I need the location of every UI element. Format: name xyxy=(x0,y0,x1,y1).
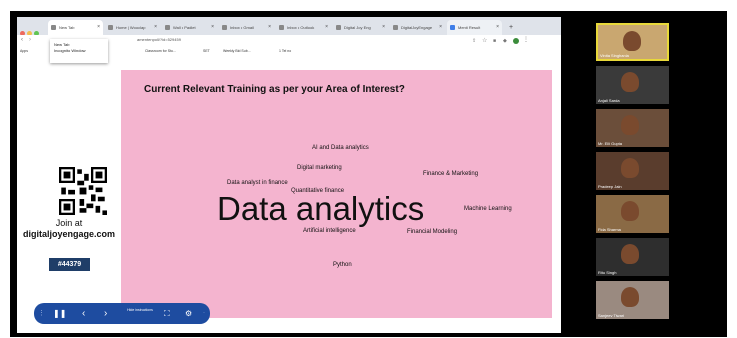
address-bar[interactable]: amentenpoll/?id=529459 xyxy=(137,37,181,42)
participant-name: Fida Sharma xyxy=(598,227,621,232)
extension-icon[interactable]: ■ xyxy=(493,38,496,44)
back-icon[interactable]: ‹ xyxy=(21,37,23,43)
wordcloud-slide: Current Relevant Training as per your Ar… xyxy=(121,70,552,318)
word-cloud-item: Financial Modeling xyxy=(407,229,458,235)
participant-tile[interactable]: Pradeep Jain xyxy=(596,152,669,190)
participant-video xyxy=(623,31,641,51)
close-tab-icon[interactable]: × xyxy=(268,20,271,35)
word-cloud-item: Finance & Marketing xyxy=(423,171,479,177)
word-cloud-item: Digital marketing xyxy=(297,165,342,171)
slide-question: Current Relevant Training as per your Ar… xyxy=(144,84,405,95)
tab-favicon-icon xyxy=(279,25,284,30)
fullscreen-icon[interactable]: ⛶ xyxy=(164,303,170,324)
profile-avatar-icon[interactable] xyxy=(513,38,519,44)
new-tab-dropdown: New Tab Incognito Window xyxy=(50,39,108,63)
chevron-left-icon[interactable]: ‹ xyxy=(82,303,85,324)
settings-icon[interactable]: ⚙ xyxy=(185,303,192,324)
share-icon[interactable]: ⇪ xyxy=(472,38,476,44)
word-cloud-top-item: Data analytics xyxy=(217,190,425,227)
tab-item[interactable]: Inbox • Outlook × xyxy=(276,20,331,35)
presenter-controls: ⋮ ❚❚ ‹ › Hide instructions ⛶ ⚙ · xyxy=(34,303,210,324)
tab-favicon-icon xyxy=(393,25,398,30)
bookmark-item[interactable]: SET xyxy=(203,49,210,53)
pause-icon[interactable]: ❚❚ xyxy=(53,303,66,324)
tab-favicon-icon xyxy=(108,25,113,30)
participant-video xyxy=(621,72,639,92)
tab-bar: New Tab × Home | Wooclap × Wall • Padlet × … xyxy=(17,17,561,36)
tab-favicon-icon xyxy=(222,25,227,30)
word-cloud-item: Machine Learning xyxy=(464,206,512,212)
more-icon[interactable]: · xyxy=(203,303,205,324)
qr-code-icon xyxy=(59,167,107,215)
tab-favicon-icon xyxy=(165,25,170,30)
participant-name: Ritu Singh xyxy=(598,270,617,275)
forward-icon[interactable]: › xyxy=(29,37,31,43)
participant-tile[interactable]: Anjali Sarda xyxy=(596,66,669,104)
close-tab-icon[interactable]: × xyxy=(496,20,499,35)
join-code-badge: #44379 xyxy=(49,258,90,271)
tab-favicon-icon xyxy=(450,25,455,30)
bookmark-item[interactable]: Classroom for Stu... xyxy=(145,49,176,53)
close-tab-icon[interactable]: × xyxy=(211,20,214,35)
tab-item[interactable]: Digital Joy Eng × xyxy=(333,20,388,35)
tab-new-tab[interactable]: New Tab × xyxy=(48,20,103,35)
participant-tile[interactable]: Sanjeev Tiwari xyxy=(596,281,669,319)
participant-video xyxy=(621,115,639,135)
browser-window: New Tab × Home | Wooclap × Wall • Padlet × … xyxy=(17,17,561,333)
bookmark-item[interactable]: Weekly Bid Sub... xyxy=(223,49,251,53)
puzzle-icon[interactable]: ◆ xyxy=(503,38,507,44)
close-tab-icon[interactable]: × xyxy=(154,20,157,35)
more-menu-icon[interactable]: ⋮ xyxy=(523,36,529,43)
tab-item[interactable]: Home | Wooclap × xyxy=(105,20,160,35)
bookmark-apps[interactable]: Apps xyxy=(20,49,28,53)
join-label: Join at xyxy=(55,218,83,228)
tab-favicon-icon xyxy=(51,25,56,30)
tab-item[interactable]: Menti Result × xyxy=(447,20,502,35)
qr-code xyxy=(59,167,107,215)
word-cloud-item: Artificial intelligence xyxy=(303,228,356,234)
tab-item[interactable]: Inbox • Gmail × xyxy=(219,20,274,35)
chevron-right-icon[interactable]: › xyxy=(104,303,107,324)
participant-tile[interactable]: Mr. Elli Gupta xyxy=(596,109,669,147)
participant-name: Sanjeev Tiwari xyxy=(598,313,625,318)
participant-video xyxy=(621,201,639,221)
tab-item[interactable]: DigitalJoyEngage × xyxy=(390,20,445,35)
bookmark-item[interactable]: 1 Tel no xyxy=(279,49,291,53)
tab-item[interactable]: Wall • Padlet × xyxy=(162,20,217,35)
new-tab-button[interactable]: + xyxy=(506,20,520,35)
close-tab-icon[interactable]: × xyxy=(97,20,100,35)
participant-video xyxy=(621,287,639,307)
participant-tile[interactable]: Fida Sharma xyxy=(596,195,669,233)
participant-tile[interactable]: Ritu Singh xyxy=(596,238,669,276)
participant-tile[interactable]: Vinita Singhania xyxy=(596,23,669,61)
close-tab-icon[interactable]: × xyxy=(439,20,442,35)
participant-video xyxy=(621,158,639,178)
word-cloud-item: Data analyst in finance xyxy=(227,180,288,186)
tab-favicon-icon xyxy=(336,25,341,30)
participant-name: Vinita Singhania xyxy=(600,53,629,58)
participant-name: Pradeep Jain xyxy=(598,184,622,189)
participant-name: Mr. Elli Gupta xyxy=(598,141,623,146)
drag-handle-icon[interactable]: ⋮ xyxy=(38,303,45,324)
close-tab-icon[interactable]: × xyxy=(382,20,385,35)
hide-instructions-button[interactable]: Hide instructions xyxy=(126,308,154,313)
word-cloud-item: Python xyxy=(333,262,352,268)
menu-item-incognito[interactable]: Incognito Window xyxy=(54,48,104,54)
participant-video xyxy=(621,244,639,264)
word-cloud-item: AI and Data analytics xyxy=(312,145,369,151)
close-tab-icon[interactable]: × xyxy=(325,20,328,35)
join-url: digitaljoyengage.com xyxy=(22,229,116,239)
participant-name: Anjali Sarda xyxy=(598,98,620,103)
star-icon[interactable]: ☆ xyxy=(482,37,487,44)
